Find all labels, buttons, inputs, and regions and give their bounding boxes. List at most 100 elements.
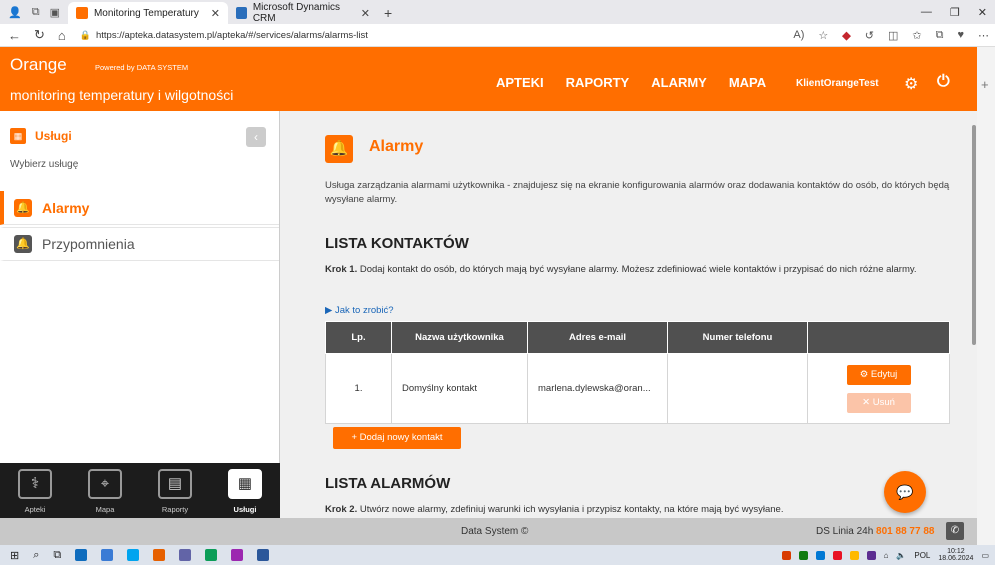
alarms-section-title: LISTA ALARMÓW bbox=[325, 475, 451, 492]
map-icon: ⌖ bbox=[88, 469, 122, 499]
tab-close-icon[interactable]: ✕ bbox=[211, 7, 220, 20]
tab-dynamics[interactable]: Microsoft Dynamics CRM ✕ bbox=[228, 2, 378, 24]
file-explorer-icon[interactable] bbox=[101, 549, 114, 561]
back-icon[interactable]: ← bbox=[8, 28, 21, 43]
add-sidebar-icon[interactable]: + bbox=[981, 77, 989, 92]
delete-contact-button[interactable]: ✕ Usuń bbox=[846, 392, 911, 413]
tab-title: Microsoft Dynamics CRM bbox=[252, 2, 341, 24]
sidebar-subtitle: Wybierz usługę bbox=[10, 159, 79, 170]
windows-start-icon[interactable]: ⊞ bbox=[10, 549, 19, 562]
search-icon[interactable]: ⌕ bbox=[33, 549, 39, 562]
language-indicator[interactable]: POL bbox=[914, 551, 930, 560]
powered-by: Powered by DATA SYSTEM bbox=[95, 63, 189, 72]
tray-icon[interactable] bbox=[866, 550, 876, 560]
system-tray: ⌂ 🔈 POL 10:12 18.06.2024 ▭ bbox=[781, 548, 995, 562]
new-tab-button[interactable]: + bbox=[378, 2, 398, 24]
extension-icon[interactable]: ◆ bbox=[842, 29, 850, 42]
hotline-phone[interactable]: 801 88 77 88 bbox=[876, 526, 934, 537]
tab-monitoring[interactable]: Monitoring Temperatury ✕ bbox=[67, 2, 228, 24]
favorite-star-icon[interactable]: ☆ bbox=[818, 29, 828, 42]
outlook-icon[interactable] bbox=[75, 549, 88, 561]
copilot-icon[interactable]: ♥ bbox=[957, 29, 964, 41]
app-icon[interactable] bbox=[231, 549, 244, 561]
tray-icon[interactable] bbox=[832, 550, 842, 560]
tab-close-icon[interactable]: ✕ bbox=[361, 7, 370, 20]
browser-toolbar: A) ☆ ◆ ↺ ◫ ✩ ⧉ ♥ ⋯ bbox=[793, 29, 995, 42]
sidebar-collapse-button[interactable]: ‹ bbox=[246, 127, 266, 147]
restore-icon[interactable]: ❐ bbox=[950, 6, 960, 19]
workspaces-icon[interactable]: ⧉ bbox=[32, 6, 40, 19]
minimize-icon[interactable]: — bbox=[921, 6, 932, 18]
howto-link[interactable]: ▶ Jak to zrobić? bbox=[325, 305, 394, 316]
scrollbar-thumb[interactable] bbox=[972, 125, 976, 345]
tray-icon[interactable] bbox=[849, 550, 859, 560]
app-header: Orange Powered by DATA SYSTEM monitoring… bbox=[0, 47, 977, 111]
chat-button[interactable]: 💬 bbox=[884, 471, 926, 513]
tray-icon[interactable] bbox=[815, 550, 825, 560]
column-header: Numer telefonu bbox=[667, 321, 808, 354]
favorites-icon[interactable]: ✩ bbox=[912, 29, 921, 42]
hotline-label: DS Linia 24h bbox=[816, 526, 874, 537]
phone-icon[interactable]: ✆ bbox=[946, 522, 964, 540]
footer-hotline: DS Linia 24h 801 88 77 88 bbox=[816, 526, 934, 537]
bottom-nav-label: Raporty bbox=[161, 505, 189, 514]
contacts-table: Lp. Nazwa użytkownika Adres e-mail Numer… bbox=[325, 321, 950, 424]
task-view-icon[interactable]: ⧉ bbox=[53, 549, 61, 562]
skype-icon[interactable] bbox=[127, 549, 140, 561]
scrollbar[interactable] bbox=[971, 111, 977, 518]
nav-apteki[interactable]: APTEKI bbox=[496, 75, 544, 90]
gear-icon[interactable]: ⚙ bbox=[904, 74, 918, 94]
cell-lp: 1. bbox=[325, 353, 392, 424]
split-screen-icon[interactable]: ◫ bbox=[888, 29, 898, 42]
close-window-icon[interactable]: ✕ bbox=[978, 6, 987, 19]
edge-icon[interactable] bbox=[205, 549, 218, 561]
edit-contact-button[interactable]: ⚙ Edytuj bbox=[846, 364, 911, 385]
home-icon[interactable]: ⌂ bbox=[58, 28, 66, 43]
tab-favicon-icon bbox=[75, 7, 88, 19]
address-bar-row: ← ↻ ⌂ 🔒 https://apteka.datasystem.pl/apt… bbox=[0, 24, 995, 47]
bottom-nav-raporty[interactable]: ▤ Raporty bbox=[140, 463, 210, 518]
grid-icon: ▦ bbox=[10, 128, 26, 144]
volume-icon[interactable]: 🔈 bbox=[896, 551, 906, 560]
firefox-icon[interactable] bbox=[153, 549, 166, 561]
notifications-icon[interactable]: ▭ bbox=[981, 551, 989, 560]
clock[interactable]: 10:12 18.06.2024 bbox=[938, 548, 973, 562]
step-description: Utwórz nowe alarmy, zdefiniuj warunki ic… bbox=[359, 504, 784, 515]
word-icon[interactable] bbox=[257, 549, 270, 561]
brand-name[interactable]: Orange bbox=[10, 55, 67, 75]
reload-icon[interactable]: ↻ bbox=[34, 27, 45, 43]
step-label: Krok 2. bbox=[325, 504, 358, 515]
clock-time: 10:12 bbox=[947, 548, 965, 555]
network-icon[interactable]: ⌂ bbox=[884, 551, 889, 560]
more-icon[interactable]: ⋯ bbox=[978, 29, 989, 42]
cell-actions: ⚙ Edytuj ✕ Usuń bbox=[807, 353, 950, 424]
tab-actions-icon[interactable]: ▣ bbox=[50, 6, 60, 19]
nav-raporty[interactable]: RAPORTY bbox=[566, 75, 630, 90]
page-description: Usługa zarządzania alarmami użytkownika … bbox=[325, 180, 950, 205]
power-icon[interactable]: ⏻ bbox=[937, 73, 950, 91]
bottom-nav-uslugi[interactable]: ▦ Usługi bbox=[210, 463, 280, 518]
sidebar-item-alarmy[interactable]: 🔔 Alarmy bbox=[0, 191, 279, 225]
lock-icon[interactable]: 🔒 bbox=[80, 30, 91, 41]
bottom-nav-apteki[interactable]: ⚕ Apteki bbox=[0, 463, 70, 518]
tab-favicon-icon bbox=[235, 7, 247, 19]
tray-icon[interactable] bbox=[781, 550, 791, 560]
bottom-nav-mapa[interactable]: ⌖ Mapa bbox=[70, 463, 140, 518]
tray-icon[interactable] bbox=[798, 550, 808, 560]
browser-sidebar: + bbox=[977, 47, 995, 545]
browser-tab-controls: 👤 ⧉ ▣ bbox=[0, 0, 68, 24]
nav-alarmy[interactable]: ALARMY bbox=[651, 75, 707, 90]
teams-icon[interactable] bbox=[179, 549, 192, 561]
profile-icon[interactable]: 👤 bbox=[8, 6, 22, 19]
url-text: https://apteka.datasystem.pl/apteka/#/se… bbox=[95, 29, 368, 41]
read-aloud-icon[interactable]: A) bbox=[793, 29, 804, 41]
sidebar: ▦ Usługi ‹ Wybierz usługę 🔔 Alarmy 🔔 Prz… bbox=[0, 111, 280, 463]
taskbar-apps: ⊞ ⌕ ⧉ bbox=[0, 549, 270, 562]
address-bar[interactable]: 🔒 https://apteka.datasystem.pl/apteka/#/… bbox=[80, 30, 368, 41]
sidebar-item-przypomnienia[interactable]: 🔔 Przypomnienia bbox=[0, 227, 279, 261]
refresh-extension-icon[interactable]: ↺ bbox=[865, 29, 874, 42]
collections-icon[interactable]: ⧉ bbox=[936, 29, 944, 42]
nav-mapa[interactable]: MAPA bbox=[729, 75, 766, 90]
add-contact-button[interactable]: + Dodaj nowy kontakt bbox=[333, 427, 461, 449]
user-account-link[interactable]: KlientOrangeTest bbox=[796, 78, 879, 89]
